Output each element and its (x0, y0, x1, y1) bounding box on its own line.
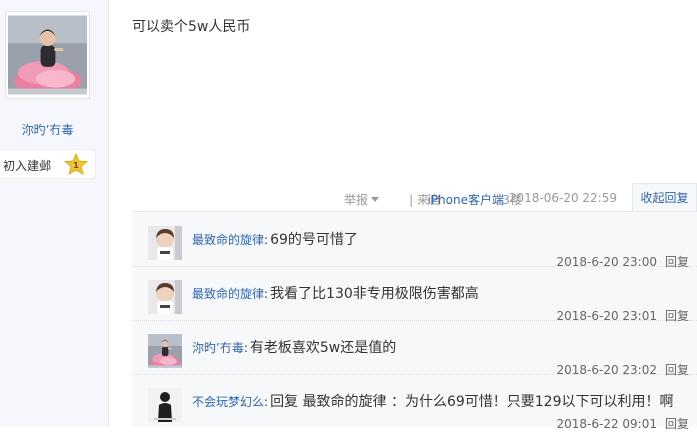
reply-panel: 最致命的旋律: 69的号可惜了 2018-6-20 23:00 回复 最致命的旋律:… (132, 211, 697, 431)
chevron-down-icon (371, 197, 379, 202)
reply-time: 2018-6-22 09:01 (556, 417, 657, 431)
girl-pink-tutu-avatar[interactable] (148, 334, 182, 368)
list-item: 沵旳’冇毒: 有老板喜欢5w还是值的 2018-6-20 23:02 回复 (132, 320, 697, 377)
reply-user-link[interactable]: 沵旳’冇毒 (192, 341, 244, 355)
reply-user-link[interactable]: 不会玩梦幻么 (192, 395, 264, 409)
reply-button[interactable]: 回复 (665, 417, 689, 431)
list-item: 最致命的旋律: 69的号可惜了 2018-6-20 23:00 回复 (132, 212, 697, 269)
reply-text: 我看了比130非专用极限伤害都高 (270, 286, 479, 302)
author-avatar[interactable] (5, 11, 90, 99)
author-name[interactable]: 沵旳’冇毒 (0, 121, 95, 138)
reply-user-link[interactable]: 最致命的旋律 (192, 287, 264, 301)
reply-user-link[interactable]: 最致命的旋律 (192, 233, 264, 247)
child-avatar[interactable] (148, 226, 182, 260)
svg-text:1: 1 (73, 161, 79, 170)
badge-label: 初入建邺 (3, 159, 52, 173)
report-button[interactable]: 举报 (344, 191, 379, 208)
collapse-replies-button[interactable]: 收起回复 (632, 183, 697, 211)
reply-text: 69的号可惜了 (270, 232, 358, 248)
post-time: 2018-06-20 22:59 (508, 191, 617, 205)
list-item: 不会玩梦幻么: 回复 最致命的旋律 ：为什么69可惜！只要129以下可以利用！啊 … (132, 374, 697, 431)
dark-figure-avatar[interactable] (148, 388, 182, 422)
reply-text: 回复 最致命的旋律 ：为什么69可惜！只要129以下可以利用！啊 (270, 394, 674, 410)
source-link[interactable]: iPhone客户端 (427, 191, 504, 208)
post-content: 可以卖个5w人民币 (132, 19, 251, 35)
child-avatar[interactable] (148, 280, 182, 314)
author-sidebar: 沵旳’冇毒 初入建邺 1 (0, 0, 109, 427)
list-item: 最致命的旋律: 我看了比130非专用极限伤害都高 2018-6-20 23:01 回… (132, 266, 697, 323)
author-level-badge: 初入建邺 1 (0, 149, 96, 179)
star-level-icon: 1 (64, 153, 88, 175)
reply-text: 有老板喜欢5w还是值的 (249, 340, 397, 356)
post-tail: 举报 | 来自 iPhone客户端 3楼 2018-06-20 22:59 收起… (277, 183, 697, 211)
